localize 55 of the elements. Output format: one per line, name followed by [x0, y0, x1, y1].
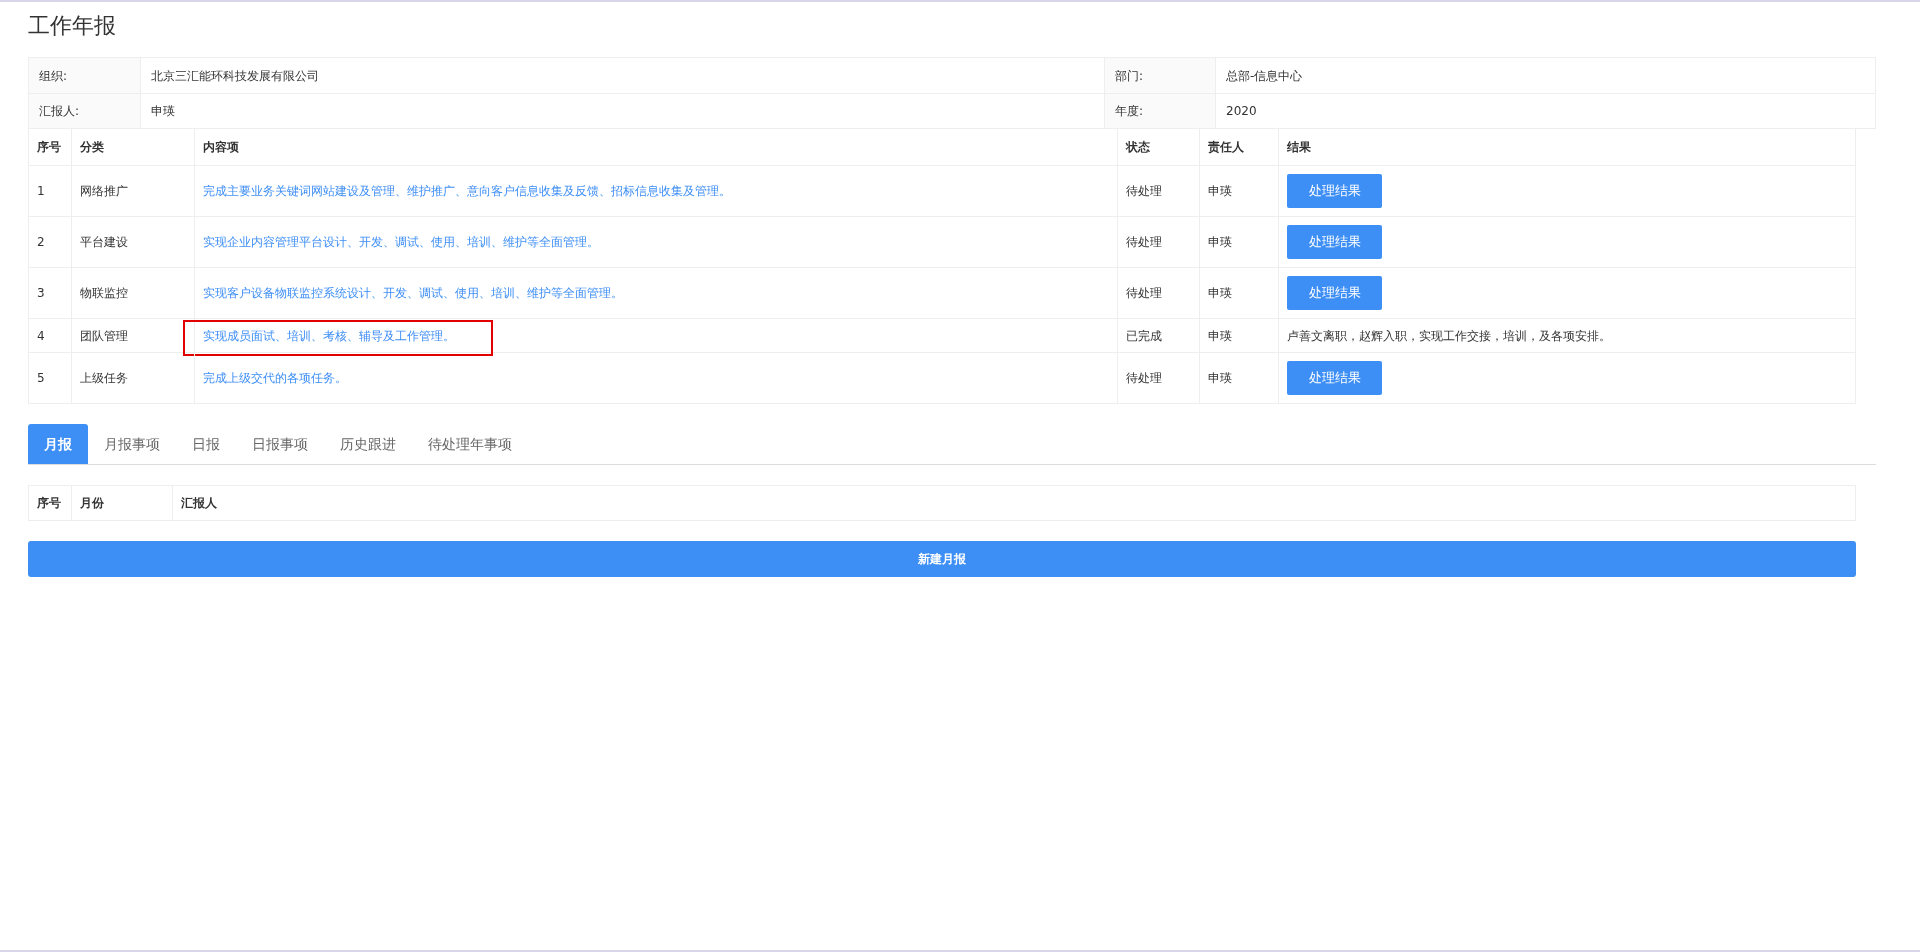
process-result-button[interactable]: 处理结果 — [1287, 276, 1382, 310]
field-label: 汇报人: — [39, 103, 80, 120]
table-cell-text: 卢善文离职，赵辉入职，实现工作交接，培训，及各项安排。 — [1287, 327, 1611, 345]
content-link[interactable]: 实现成员面试、培训、考核、辅导及工作管理。 — [203, 326, 455, 345]
table-cell-text: 申瑛 — [1208, 327, 1232, 345]
process-result-button[interactable]: 处理结果 — [1287, 225, 1382, 259]
page-title: 工作年报 — [28, 12, 116, 40]
field-value: 2020 — [1226, 103, 1257, 120]
table-cell-text: 平台建设 — [80, 234, 128, 251]
field-label: 年度: — [1115, 103, 1144, 120]
table-cell-text: 团队管理 — [80, 327, 128, 345]
column-header: 序号 — [37, 495, 61, 512]
process-result-button[interactable]: 处理结果 — [1287, 174, 1382, 208]
table-cell-text: 待处理 — [1126, 370, 1162, 387]
field-label: 组织: — [39, 67, 68, 85]
table-cell-text: 4 — [37, 327, 45, 345]
tab[interactable]: 日报 — [176, 424, 236, 464]
table-cell-text: 5 — [37, 370, 45, 387]
column-header: 责任人 — [1208, 139, 1244, 156]
table-cell-text: 申瑛 — [1208, 234, 1232, 251]
table-cell-text: 已完成 — [1126, 327, 1162, 345]
table-cell-text: 申瑛 — [1208, 285, 1232, 302]
content-link[interactable]: 完成主要业务关键词网站建设及管理、维护推广、意向客户信息收集及反馈、招标信息收集及管理。 — [203, 182, 731, 200]
column-header: 结果 — [1287, 139, 1311, 156]
table-cell-text: 待处理 — [1126, 285, 1162, 302]
field-value: 总部-信息中心 — [1226, 67, 1303, 85]
table-cell-text: 申瑛 — [1208, 183, 1232, 200]
column-header: 状态 — [1126, 139, 1150, 156]
table-cell-text: 上级任务 — [80, 370, 128, 387]
column-header: 内容项 — [203, 139, 239, 156]
table-cell-text: 1 — [37, 183, 45, 200]
tab[interactable]: 月报事项 — [88, 424, 176, 464]
table-cell-text: 网络推广 — [80, 183, 128, 200]
field-value: 申瑛 — [151, 103, 175, 120]
table-cell-text: 物联监控 — [80, 285, 128, 302]
column-header: 月份 — [80, 495, 104, 512]
table-cell-text: 2 — [37, 234, 45, 251]
tab[interactable]: 历史跟进 — [324, 424, 412, 464]
tab[interactable]: 待处理年事项 — [412, 424, 528, 464]
field-value: 北京三汇能环科技发展有限公司 — [151, 67, 319, 85]
content-link[interactable]: 实现企业内容管理平台设计、开发、调试、使用、培训、维护等全面管理。 — [203, 233, 599, 251]
content-link[interactable]: 完成上级交代的各项任务。 — [203, 369, 347, 387]
process-result-button[interactable]: 处理结果 — [1287, 361, 1382, 395]
table-cell-text: 待处理 — [1126, 234, 1162, 251]
column-header: 序号 — [37, 139, 61, 156]
table-cell-text: 待处理 — [1126, 183, 1162, 200]
new-monthly-report-button[interactable]: 新建月报 — [28, 541, 1856, 577]
column-header: 分类 — [80, 139, 104, 156]
field-label: 部门: — [1115, 67, 1144, 85]
tab[interactable]: 月报 — [28, 424, 88, 464]
tab[interactable]: 日报事项 — [236, 424, 324, 464]
table-cell-text: 申瑛 — [1208, 370, 1232, 387]
column-header: 汇报人 — [181, 495, 217, 512]
content-link[interactable]: 实现客户设备物联监控系统设计、开发、调试、使用、培训、维护等全面管理。 — [203, 284, 623, 302]
table-cell-text: 3 — [37, 285, 45, 302]
